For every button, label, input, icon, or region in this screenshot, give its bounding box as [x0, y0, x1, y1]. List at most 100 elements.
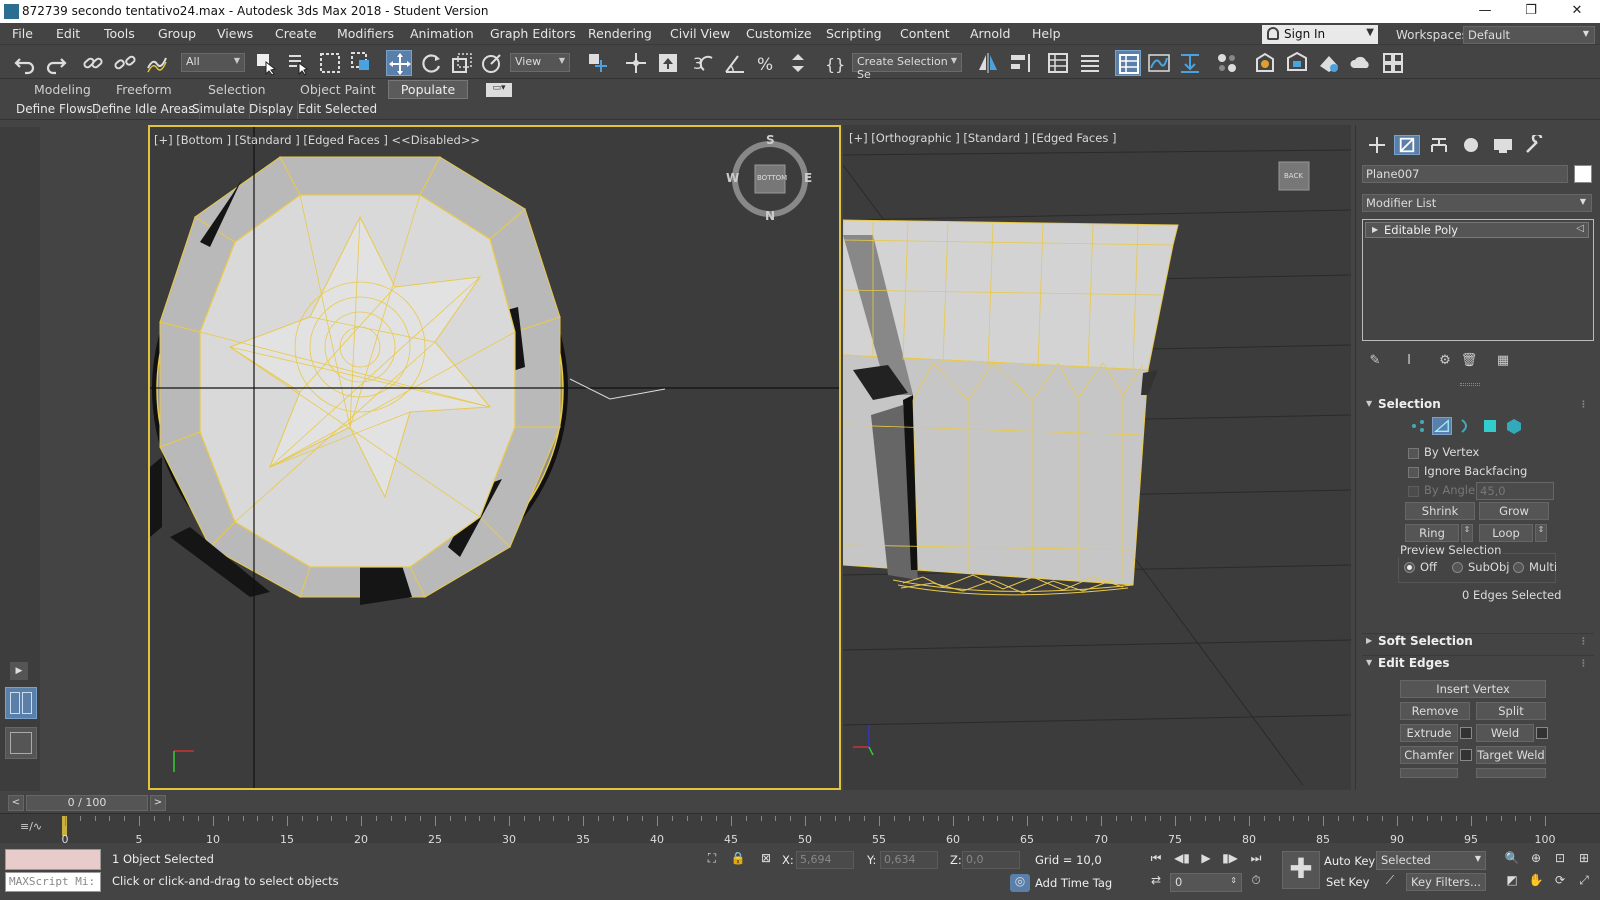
show-end-result-icon[interactable]: Ⅰ	[1400, 353, 1418, 371]
undo-icon[interactable]	[12, 50, 38, 76]
schematic-view-icon[interactable]	[1177, 50, 1203, 76]
light-bulb-icon[interactable]: ◁	[1576, 223, 1584, 234]
material-editor-icon[interactable]	[1214, 50, 1240, 76]
menu-civil-view[interactable]: Civil View	[670, 26, 730, 41]
display-panel-icon[interactable]	[1490, 135, 1516, 155]
selection-set-select[interactable]: Selected ▼	[1376, 851, 1486, 870]
border-mode-icon[interactable]	[1456, 417, 1476, 435]
tab-populate[interactable]: Populate	[388, 80, 468, 99]
menu-modifiers[interactable]: Modifiers	[337, 26, 394, 41]
snaps-toggle-icon[interactable]: 3	[690, 50, 716, 76]
workspaces-select[interactable]: Default ▼	[1463, 26, 1595, 44]
menu-arnold[interactable]: Arnold	[970, 26, 1010, 41]
isolate-selection-icon[interactable]: ⛶	[702, 851, 722, 869]
ribbon-minimize-toggle[interactable]: ▭▾	[486, 83, 512, 97]
tab-selection[interactable]: Selection	[208, 82, 266, 97]
pin-stack-icon[interactable]: ✎	[1366, 353, 1384, 371]
menu-edit[interactable]: Edit	[56, 26, 80, 41]
vertex-mode-icon[interactable]	[1408, 417, 1428, 435]
play-icon[interactable]: ▶	[1196, 851, 1216, 869]
utilities-panel-icon[interactable]	[1522, 135, 1548, 155]
chamfer-button[interactable]: Chamfer	[1400, 746, 1458, 764]
select-object-icon[interactable]	[253, 50, 279, 76]
curve-editor-icon[interactable]	[1146, 50, 1172, 76]
object-color-swatch[interactable]	[1574, 165, 1592, 183]
weld-settings-icon[interactable]	[1536, 727, 1548, 739]
loop-spinner-icon[interactable]: ⇕	[1535, 524, 1547, 542]
modify-panel-tab[interactable]	[1394, 135, 1420, 155]
menu-animation[interactable]: Animation	[410, 26, 474, 41]
motion-panel-icon[interactable]	[1458, 135, 1484, 155]
ignore-backfacing-checkbox[interactable]	[1408, 467, 1419, 478]
menu-content[interactable]: Content	[900, 26, 950, 41]
key-filters-button[interactable]: Key Filters...	[1406, 873, 1486, 891]
create-panel-icon[interactable]	[1364, 135, 1390, 155]
select-and-move-icon[interactable]	[386, 50, 412, 76]
window-crossing-icon[interactable]	[349, 50, 375, 76]
edit-named-selections-icon[interactable]: {}	[822, 50, 848, 76]
viewport-bottom[interactable]: [+] [Bottom ] [Standard ] [Edged Faces ]…	[148, 125, 841, 790]
previous-frame-icon[interactable]: ◀▮	[1172, 851, 1192, 869]
split-button[interactable]: Split	[1476, 702, 1546, 720]
menu-customize[interactable]: Customize	[746, 26, 812, 41]
track-bar[interactable]: ≡/∿ 0 5 10 15 20 25 30 35 40 45 50 55 60 65 70 75 80 85 90…	[0, 813, 1600, 846]
preview-subobj-radio[interactable]	[1452, 562, 1463, 573]
simulate-button[interactable]: Simulate	[188, 101, 251, 119]
link-icon[interactable]	[80, 50, 106, 76]
render-production-icon[interactable]	[1316, 50, 1342, 76]
next-frame-icon[interactable]: ▮▶	[1220, 851, 1240, 869]
menu-group[interactable]: Group	[158, 26, 196, 41]
define-flows-button[interactable]: Define Flows	[12, 101, 98, 119]
mirror-icon[interactable]	[975, 50, 1001, 76]
make-unique-icon[interactable]: ⚙	[1436, 353, 1454, 371]
percent-snap-icon[interactable]: %	[753, 50, 779, 76]
selection-lock-icon[interactable]: 🔒	[728, 851, 748, 869]
use-pivot-center-icon[interactable]	[585, 50, 611, 76]
redo-icon[interactable]	[43, 50, 69, 76]
named-selection-select[interactable]: Create Selection Se ▼	[852, 53, 962, 81]
viewcube-face-label[interactable]: BACK	[1284, 172, 1303, 180]
edit-selected-button[interactable]: Edit Selected	[294, 101, 381, 119]
ring-spinner-icon[interactable]: ⇕	[1461, 524, 1473, 542]
soft-selection-rollout-header[interactable]: ▶ Soft Selection ⋮	[1362, 633, 1594, 651]
render-setup-icon[interactable]	[1252, 50, 1278, 76]
orbit-icon[interactable]: ⟳	[1550, 873, 1570, 891]
tab-modeling[interactable]: Modeling	[34, 82, 91, 97]
select-and-rotate-icon[interactable]	[418, 50, 444, 76]
time-configuration-icon[interactable]: ⏱	[1246, 873, 1266, 891]
time-tag-icon[interactable]: ◎	[1010, 874, 1030, 892]
display-button[interactable]: Display	[245, 101, 299, 119]
bridge-button-partial[interactable]	[1400, 768, 1458, 778]
modifier-list-select[interactable]: Modifier List ▼	[1362, 194, 1592, 212]
current-frame-field[interactable]: 0 ⇕	[1170, 873, 1242, 892]
time-slider-thumb[interactable]: 0 / 100	[26, 795, 148, 811]
scene-explorer-icon[interactable]	[1115, 50, 1141, 76]
polygon-mode-icon[interactable]	[1480, 417, 1500, 435]
angle-snap-icon[interactable]	[722, 50, 748, 76]
select-by-name-icon[interactable]	[285, 50, 311, 76]
select-and-scale-icon[interactable]	[449, 50, 475, 76]
menu-create[interactable]: Create	[275, 26, 317, 41]
absolute-mode-transform-icon[interactable]: ⊠	[756, 851, 776, 869]
stack-entry-editable-poly[interactable]: ▶ Editable Poly ◁	[1365, 222, 1589, 238]
preview-multi-radio[interactable]	[1513, 562, 1524, 573]
keyboard-shortcut-override-icon[interactable]	[655, 50, 681, 76]
hierarchy-panel-icon[interactable]	[1426, 135, 1452, 155]
toggle-ribbon-icon[interactable]	[1077, 50, 1103, 76]
add-time-tag-button[interactable]: Add Time Tag	[1035, 876, 1112, 890]
tab-freeform[interactable]: Freeform	[116, 82, 172, 97]
insert-vertex-button[interactable]: Insert Vertex	[1400, 680, 1546, 698]
zoom-extents-all-icon[interactable]: ⊞	[1574, 851, 1594, 869]
render-in-cloud-icon[interactable]	[1348, 50, 1374, 76]
selection-filter-select[interactable]: All ▼	[181, 53, 245, 72]
rectangular-selection-icon[interactable]	[317, 50, 343, 76]
set-keys-icon[interactable]: ✚	[1282, 851, 1320, 889]
object-name-field[interactable]: Plane007	[1362, 165, 1568, 183]
menu-views[interactable]: Views	[217, 26, 253, 41]
go-to-start-icon[interactable]: ⏮	[1146, 851, 1166, 869]
time-slider-next-button[interactable]: >	[150, 795, 166, 811]
configure-modifier-sets-icon[interactable]: ▦	[1494, 353, 1512, 371]
expand-layouts-icon[interactable]: ▶	[10, 662, 28, 680]
define-idle-areas-button[interactable]: Define Idle Areas	[88, 101, 200, 119]
maximize-button[interactable]: ❐	[1508, 0, 1554, 23]
